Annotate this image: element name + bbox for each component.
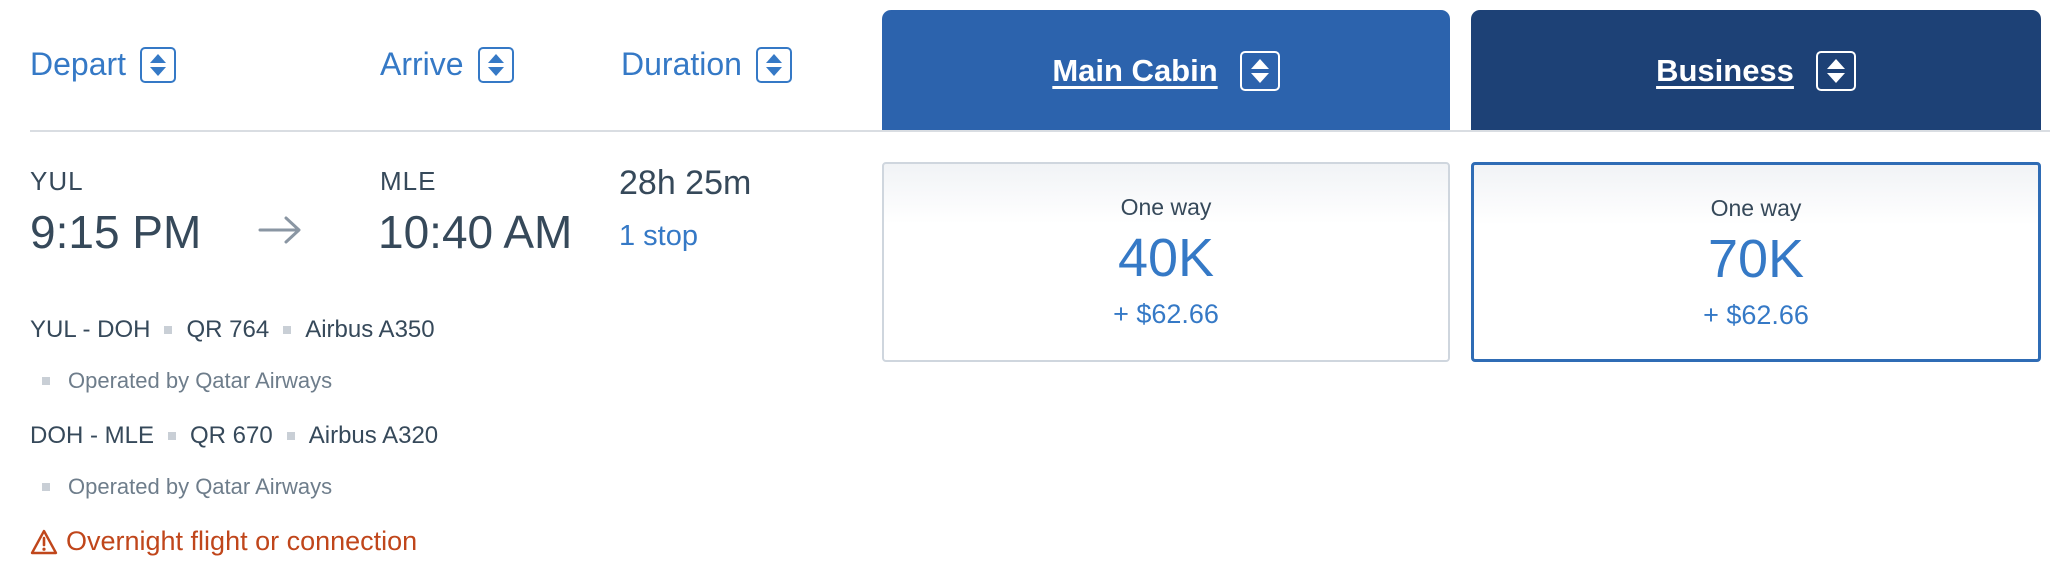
segment-1-operator: Operated by Qatar Airways <box>30 368 332 394</box>
arrive-time: 10:40 AM <box>378 206 573 258</box>
taxes-fees: + $62.66 <box>1113 299 1219 329</box>
segment-route: DOH - MLE <box>30 422 155 449</box>
sort-updown-icon <box>1239 50 1280 91</box>
arrow-right-icon <box>258 215 302 250</box>
tab-business[interactable]: Business <box>1471 10 2041 131</box>
segment-flight-number: QR 764 <box>186 316 270 343</box>
sort-updown-icon <box>477 46 514 83</box>
warning-triangle-icon <box>30 529 58 555</box>
separator-dot <box>164 326 173 334</box>
main-cabin-label: Main Cabin <box>1052 52 1218 88</box>
depart-time: 9:15 PM <box>30 206 202 258</box>
separator-dot <box>168 432 177 440</box>
sort-depart[interactable]: Depart <box>30 46 177 83</box>
operated-by-text: Operated by Qatar Airways <box>68 474 333 499</box>
separator-dot <box>42 377 50 385</box>
tab-main-cabin[interactable]: Main Cabin <box>882 10 1450 131</box>
taxes-fees: + $62.66 <box>1703 300 1809 330</box>
separator-dot <box>42 483 50 491</box>
price-card-business[interactable]: One way 70K + $62.66 <box>1471 162 2041 362</box>
fare-type-label: One way <box>1120 194 1212 220</box>
segment-1: YUL - DOH QR 764 Airbus A350 <box>30 316 435 344</box>
stops-link[interactable]: 1 stop <box>619 220 698 253</box>
depart-header-label: Depart <box>30 46 127 82</box>
segment-aircraft: Airbus A320 <box>308 422 439 449</box>
sort-arrive[interactable]: Arrive <box>380 46 514 83</box>
sort-duration[interactable]: Duration <box>621 46 792 83</box>
operated-by-text: Operated by Qatar Airways <box>68 368 333 393</box>
dest-code: MLE <box>380 166 437 196</box>
flight-duration: 28h 25m <box>619 164 752 202</box>
warning-text: Overnight flight or connection <box>66 526 418 556</box>
separator-dot <box>283 326 292 334</box>
miles-price: 70K <box>1707 229 1805 289</box>
sort-updown-icon <box>1815 50 1856 91</box>
business-label: Business <box>1656 52 1794 88</box>
overnight-warning: Overnight flight or connection <box>30 526 417 557</box>
header-divider <box>30 130 2050 132</box>
sort-updown-icon <box>140 46 177 83</box>
miles-price: 40K <box>1117 228 1215 288</box>
price-card-main-cabin[interactable]: One way 40K + $62.66 <box>882 162 1450 362</box>
segment-aircraft: Airbus A350 <box>305 316 435 343</box>
segment-flight-number: QR 670 <box>190 422 273 449</box>
separator-dot <box>286 432 295 440</box>
fare-type-label: One way <box>1710 195 1802 221</box>
origin-code: YUL <box>30 166 84 196</box>
arrive-header-label: Arrive <box>380 46 464 82</box>
sort-updown-icon <box>755 46 792 83</box>
duration-header-label: Duration <box>621 46 742 82</box>
segment-2: DOH - MLE QR 670 Airbus A320 <box>30 422 438 450</box>
segment-route: YUL - DOH <box>30 316 151 343</box>
segment-2-operator: Operated by Qatar Airways <box>30 474 332 500</box>
